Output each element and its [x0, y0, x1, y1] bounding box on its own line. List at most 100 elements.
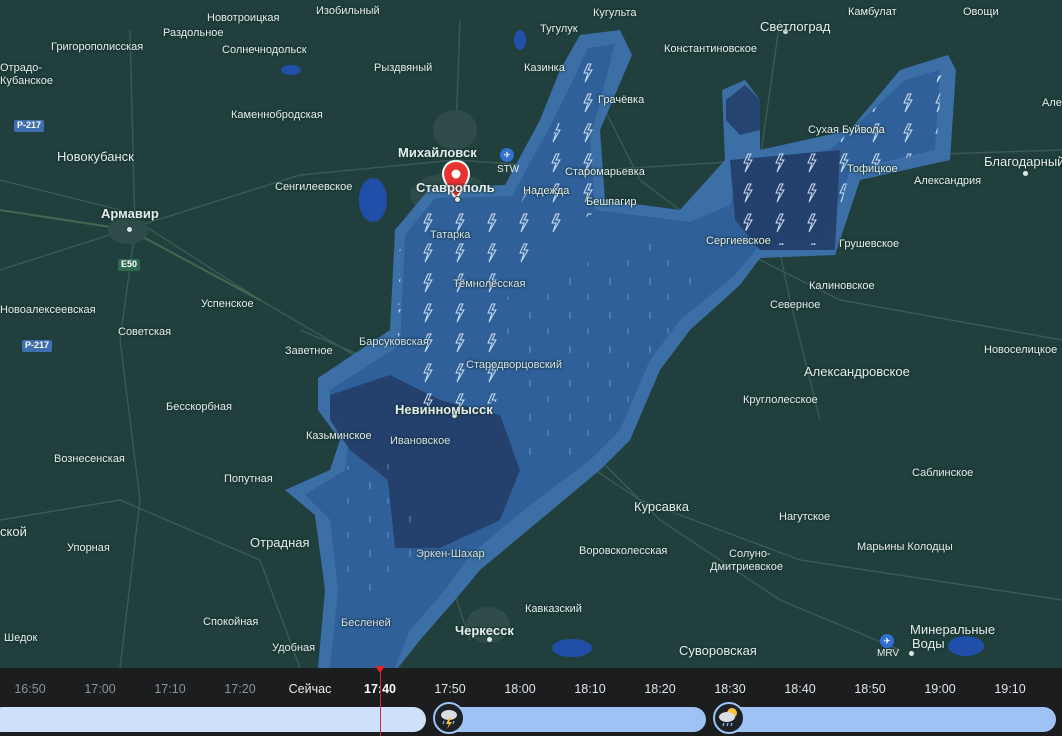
timeline-past-segment[interactable]	[0, 707, 426, 732]
timeline-forecast-segment[interactable]	[718, 707, 1056, 732]
airport-code-stw: STW	[497, 164, 520, 175]
timeline-tick[interactable]: 19:00	[924, 682, 955, 696]
place-label: Попутная	[224, 473, 273, 485]
place-label: Тугулук	[540, 23, 578, 35]
place-label: Бешпагир	[586, 196, 637, 208]
place-label-stavropol: Ставрополь	[416, 180, 495, 195]
place-label: Раздольное	[163, 27, 224, 39]
place-label: Сухая Буйвола	[808, 124, 885, 136]
map-canvas[interactable]: ✈ STW ✈ MRV Р-217 Р-217 E50 Изобильный Н…	[0, 0, 1062, 668]
place-label: Сергиевское	[706, 235, 771, 247]
timeline-tick[interactable]: 18:40	[784, 682, 815, 696]
place-label: Солуно-	[729, 548, 771, 560]
timeline-tick[interactable]: 16:50	[14, 682, 45, 696]
place-label: Светлоград	[760, 19, 831, 34]
place-label: Бесленей	[341, 617, 391, 629]
place-label: Казьминское	[306, 430, 372, 442]
timeline-playhead[interactable]	[380, 668, 381, 736]
place-label: Сенгилеевское	[275, 181, 353, 193]
airport-code-mrv: MRV	[877, 648, 900, 659]
place-label: Старомарьевка	[565, 166, 645, 178]
road-shield-e50: E50	[118, 259, 141, 271]
place-label: Воровсколесская	[579, 545, 668, 557]
place-label: Воды	[912, 636, 945, 651]
place-label: Грачёвка	[598, 94, 645, 106]
place-label: Новотроицкая	[207, 12, 280, 24]
partly-cloudy-rain-icon[interactable]	[713, 702, 745, 734]
place-label: Нагутское	[779, 511, 831, 523]
airport-icon[interactable]: ✈	[880, 634, 894, 648]
place-label: Советская	[118, 326, 172, 338]
playhead-handle-icon[interactable]	[375, 666, 385, 673]
place-label: Овощи	[963, 6, 999, 18]
place-label: Кубанское	[0, 75, 53, 87]
timeline-tick[interactable]: 17:50	[434, 682, 465, 696]
city-dot	[908, 650, 915, 657]
city-dot	[1022, 170, 1029, 177]
place-label: Кугульта	[593, 7, 637, 19]
timeline-tick[interactable]: 17:00	[84, 682, 115, 696]
timeline-tick[interactable]: 19:10	[994, 682, 1025, 696]
place-label: Изобильный	[316, 5, 380, 17]
place-label: Вознесенская	[54, 453, 125, 465]
place-label: Александрия	[914, 175, 982, 187]
place-label: Армавир	[101, 206, 159, 221]
road-shield-r217: Р-217	[22, 340, 53, 352]
place-label: Новокубанск	[57, 149, 134, 164]
place-label: Стародворцовский	[466, 359, 562, 371]
place-label: Новоселицкое	[984, 344, 1058, 356]
place-label: Шедок	[4, 632, 38, 644]
thunderstorm-icon[interactable]	[433, 702, 465, 734]
place-label: Надежда	[523, 185, 570, 197]
place-label: Грушевское	[839, 238, 900, 250]
place-label: Тофицкое	[847, 163, 898, 175]
place-label: Темнолесская	[453, 278, 526, 290]
place-label: Рыздвяный	[374, 62, 433, 74]
place-label: Упорная	[67, 542, 110, 554]
place-label: Эркен-Шахар	[416, 548, 485, 560]
place-label: Казинка	[524, 62, 565, 74]
place-label: Отрадо-	[0, 62, 43, 74]
place-label: Суворовская	[679, 643, 757, 658]
place-label: Новоалексеевская	[0, 304, 96, 316]
road-shield-r217: Р-217	[14, 120, 45, 132]
place-label: Каменнобродская	[231, 109, 323, 121]
place-label: Северное	[770, 299, 821, 311]
city-dot	[454, 196, 461, 203]
place-label: Удобная	[272, 642, 316, 654]
timeline-tick[interactable]: 18:20	[644, 682, 675, 696]
place-label: Григорополисская	[51, 41, 144, 53]
place-label: Барсуковская	[359, 336, 429, 348]
airport-icon[interactable]: ✈	[500, 148, 514, 162]
place-label: Круглолесское	[743, 394, 818, 406]
timeline-tick[interactable]: 17:10	[154, 682, 185, 696]
timeline-bar[interactable]: 16:50 17:00 17:10 17:20 Сейчас 17:40 17:…	[0, 666, 1062, 736]
timeline-tick[interactable]: 18:50	[854, 682, 885, 696]
precipitation-map-app: ✈ STW ✈ MRV Р-217 Р-217 E50 Изобильный Н…	[0, 0, 1062, 736]
place-label: Саблинское	[912, 467, 974, 479]
place-label: Заветное	[285, 345, 333, 357]
place-label: Кавказский	[525, 603, 582, 615]
place-label: Татарка	[430, 229, 471, 241]
timeline-now-label[interactable]: Сейчас	[289, 682, 332, 696]
timeline-forecast-segment[interactable]	[440, 707, 706, 732]
place-label: Отрадная	[250, 535, 310, 550]
place-label: Спокойная	[203, 616, 259, 628]
place-label: Константиновское	[664, 43, 757, 55]
timeline-tick[interactable]: 18:10	[574, 682, 605, 696]
timeline-tick[interactable]: 17:20	[224, 682, 255, 696]
place-label: Минеральные	[910, 622, 996, 637]
place-label: Благодарный	[984, 154, 1062, 169]
place-label: Дмитриевское	[710, 561, 783, 573]
place-label: Черкесск	[455, 623, 514, 638]
timeline-tick[interactable]: 18:00	[504, 682, 535, 696]
place-label: Успенское	[201, 298, 254, 310]
place-label: Калиновское	[809, 280, 875, 292]
place-label: Александровское	[804, 364, 910, 379]
place-label: Невинномысск	[395, 402, 493, 417]
place-label: Марьины Колодцы	[857, 541, 953, 553]
city-dot	[126, 226, 133, 233]
place-label: Камбулат	[848, 6, 897, 18]
place-label: Ивановское	[390, 435, 451, 447]
timeline-tick[interactable]: 18:30	[714, 682, 745, 696]
